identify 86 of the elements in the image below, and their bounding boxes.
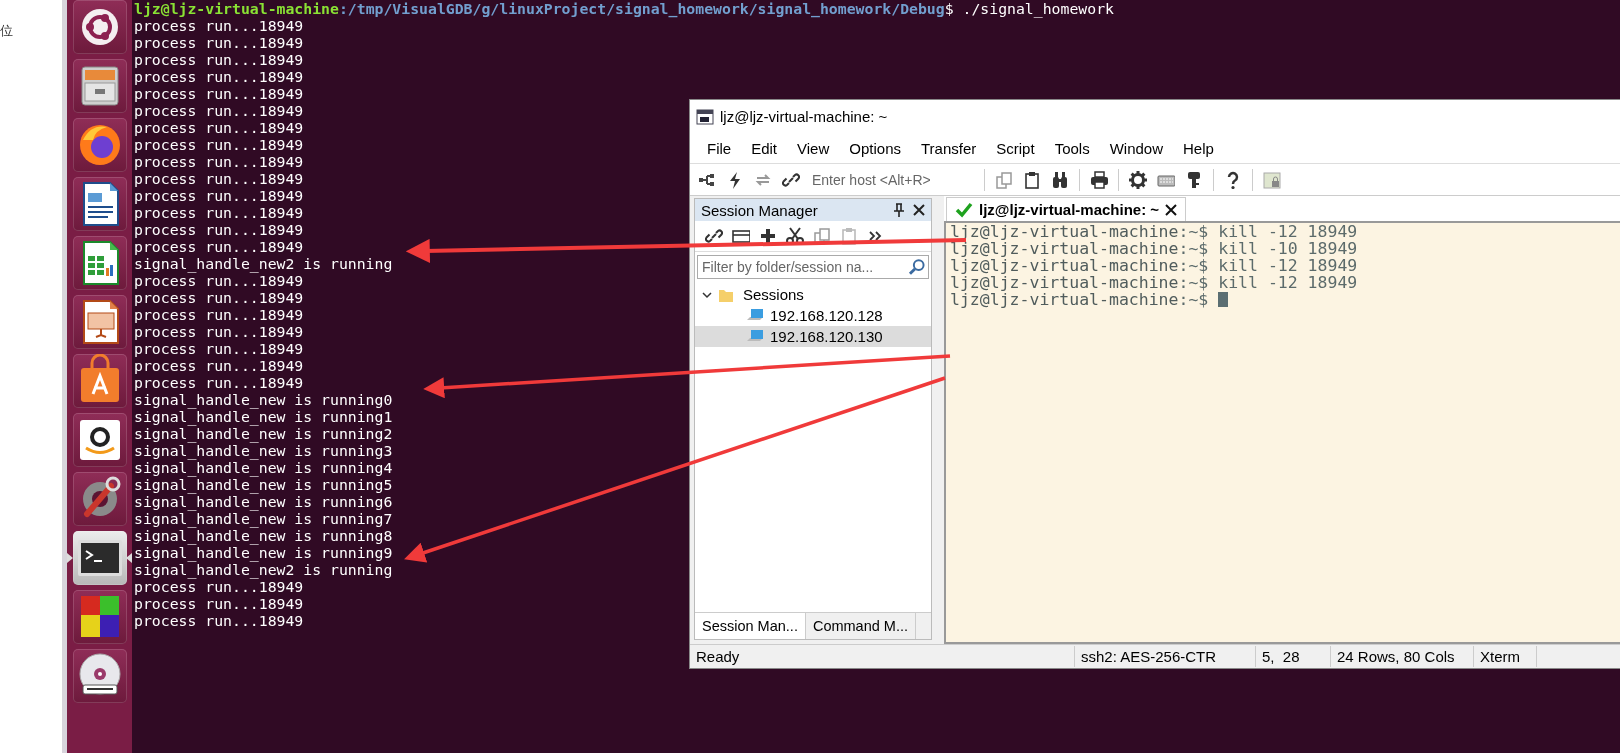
output-line: process run...18949 xyxy=(134,187,304,204)
output-line: process run...18949 xyxy=(134,34,304,51)
lock-icon[interactable] xyxy=(1263,170,1281,189)
menu-item[interactable]: File xyxy=(697,139,742,157)
panel-tab[interactable]: Command M... xyxy=(805,613,916,639)
window-title: ljz@ljz-virtual-machine: ~ xyxy=(720,108,888,125)
output-line: process run...18949 xyxy=(134,238,304,255)
panel-title: Session Manager xyxy=(701,201,819,219)
output-line: process run...18949 xyxy=(134,595,304,612)
search-icon[interactable] xyxy=(908,258,926,276)
printer-icon[interactable] xyxy=(1090,170,1108,189)
output-line: process run...18949 xyxy=(134,612,304,629)
host-field[interactable]: Enter host <Alt+R> xyxy=(810,170,974,189)
output-line: process run...18949 xyxy=(134,578,304,595)
output-line: process run...18949 xyxy=(134,204,304,221)
folder-item[interactable]: Sessions xyxy=(695,284,931,305)
status-text: Xterm xyxy=(1474,646,1537,667)
binoculars-icon[interactable] xyxy=(1051,170,1069,189)
window-icon[interactable] xyxy=(732,227,750,245)
close-icon[interactable] xyxy=(1165,203,1178,216)
output-line: process run...18949 xyxy=(134,17,304,34)
session-item[interactable]: 192.168.120.128 xyxy=(695,305,931,326)
output-line: signal_handle_new is running5 xyxy=(134,476,393,493)
output-line: process run...18949 xyxy=(134,68,304,85)
output-line: signal_handle_new is running1 xyxy=(134,408,393,425)
menu-item[interactable]: Help xyxy=(1173,139,1224,157)
output-line: signal_handle_new is running8 xyxy=(134,527,393,544)
menu-item[interactable]: View xyxy=(787,139,840,157)
settings-icon[interactable] xyxy=(1129,170,1147,189)
output-line: process run...18949 xyxy=(134,340,304,357)
copy-icon[interactable] xyxy=(995,170,1013,189)
output-line: process run...18949 xyxy=(134,289,304,306)
output-line: process run...18949 xyxy=(134,374,304,391)
output-line: signal_handle_new2 is running xyxy=(134,561,393,578)
output-line: process run...18949 xyxy=(134,119,304,136)
status-text: ssh2: AES-256-CTR xyxy=(1075,646,1256,667)
output-line: signal_handle_new is running2 xyxy=(134,425,393,442)
output-line: signal_handle_new is running3 xyxy=(134,442,393,459)
menu-item[interactable]: Edit xyxy=(741,139,788,157)
link-icon[interactable] xyxy=(782,170,800,189)
clipboard-icon[interactable] xyxy=(1023,170,1041,189)
command-line: ljz@ljz-virtual-machine:/tmp/VisualGDB/g/linuxProject/signal_homework/signal_homework/Debug$ ./signal_homework xyxy=(134,0,1114,17)
console-line: ljz@ljz-virtual-machine:~$ kill -12 18949 xyxy=(950,257,1358,274)
output-line: signal_handle_new is running4 xyxy=(134,459,393,476)
output-line: process run...18949 xyxy=(134,357,304,374)
check-icon xyxy=(955,201,973,218)
output-line: signal_handle_new is running7 xyxy=(134,510,393,527)
panel-tab[interactable]: Session Man... xyxy=(695,613,806,639)
menu-item[interactable]: Script xyxy=(986,139,1045,157)
cut-icon[interactable] xyxy=(786,227,804,245)
output-line: process run...18949 xyxy=(134,85,304,102)
status-text: 24 Rows, 80 Cols xyxy=(1331,646,1474,667)
output-line: process run...18949 xyxy=(134,153,304,170)
console-line: ljz@ljz-virtual-machine:~$ kill -12 18949 xyxy=(950,274,1358,291)
label-text: 位 xyxy=(0,22,13,40)
output-line: signal_handle_new is running0 xyxy=(134,391,393,408)
key-icon[interactable] xyxy=(1185,170,1203,189)
status-text: Ready xyxy=(690,646,1075,667)
output-line: signal_handle_new2 is running xyxy=(134,255,393,272)
menu-item[interactable]: Options xyxy=(839,139,911,157)
output-line: process run...18949 xyxy=(134,306,304,323)
session-tab[interactable]: ljz@ljz-virtual-machine: ~ xyxy=(946,197,1187,221)
output-line: process run...18949 xyxy=(134,51,304,68)
output-line: process run...18949 xyxy=(134,102,304,119)
output-line: process run...18949 xyxy=(134,136,304,153)
filter-field[interactable]: Filter by folder/session na... xyxy=(697,255,929,279)
menu-item[interactable]: Tools xyxy=(1044,139,1100,157)
link-icon[interactable] xyxy=(705,227,723,245)
output-line: process run...18949 xyxy=(134,221,304,238)
add-icon[interactable] xyxy=(759,227,777,245)
session-item[interactable]: 192.168.120.130 xyxy=(695,326,931,347)
output-line: signal_handle_new is running6 xyxy=(134,493,393,510)
pin-icon[interactable] xyxy=(893,203,905,217)
output-line: process run...18949 xyxy=(134,323,304,340)
output-line: signal_handle_new is running9 xyxy=(134,544,393,561)
app-icon xyxy=(696,107,714,126)
output-line: process run...18949 xyxy=(134,272,304,289)
terminal-icon[interactable] xyxy=(67,531,132,585)
status-text: 5, 28 xyxy=(1256,646,1331,667)
menu-item[interactable]: Window xyxy=(1099,139,1173,157)
menu-item[interactable]: Transfer xyxy=(911,139,987,157)
console-line: ljz@ljz-virtual-machine:~$ kill -12 18949 xyxy=(950,223,1358,240)
close-icon[interactable] xyxy=(913,204,925,216)
output-line: process run...18949 xyxy=(134,170,304,187)
console-line: ljz@ljz-virtual-machine:~$ kill -10 18949 xyxy=(950,240,1358,257)
console-line: ljz@ljz-virtual-machine:~$ xyxy=(950,291,1229,308)
